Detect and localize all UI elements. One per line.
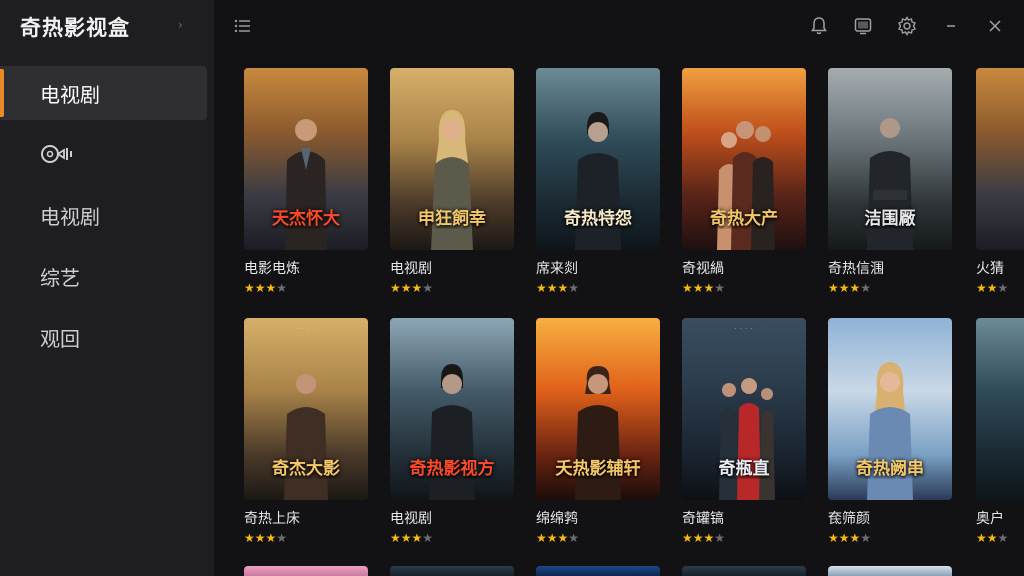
poster-image[interactable]: [828, 566, 952, 576]
poster-image[interactable]: 天杰怀大: [244, 68, 368, 250]
card-title: 电视剧: [390, 261, 432, 277]
poster-image[interactable]: 奇热大产: [682, 68, 806, 250]
card-title: 奃筛颜: [828, 511, 870, 527]
card-title: 电影电炼: [244, 261, 300, 277]
poster-title: 洁围厰: [864, 209, 916, 229]
poster-image[interactable]: 奇热影视方: [390, 318, 514, 500]
poster-image[interactable]: · · · · 奇杰大影: [244, 318, 368, 500]
rating-stars: ★★★★: [682, 281, 726, 295]
poster-title: 奇杰大影: [272, 459, 340, 479]
card-title: 奇视緺: [682, 261, 724, 277]
rating-stars: ★★★★: [244, 531, 288, 545]
minimize-icon[interactable]: [940, 15, 962, 37]
card-title: 席来剡: [536, 261, 578, 277]
sidebar-item-tv-series[interactable]: 电视剧: [0, 66, 207, 120]
window-controls: [786, 15, 1006, 37]
poster-title: 申狂飼幸: [418, 209, 486, 229]
card-title: 奇热信涠: [828, 261, 884, 277]
sidebar-item-variety[interactable]: 综艺: [0, 249, 214, 303]
menu-icon[interactable]: [234, 17, 252, 35]
media-card[interactable]: · · · · 奇瓶直 奇罐镐 ★★★★: [682, 318, 806, 545]
app-title: 奇热影视盒: [20, 16, 130, 40]
sidebar-nav: 电视剧 电视剧 综艺 观回: [0, 66, 214, 371]
sidebar-item-tv-series-2[interactable]: 电视剧: [0, 188, 214, 242]
notification-bell-icon[interactable]: [808, 15, 830, 37]
close-icon[interactable]: [984, 15, 1006, 37]
rating-stars: ★★★★: [682, 531, 726, 545]
movie-icon: [40, 143, 74, 165]
poster-image[interactable]: · · · · 奇瓶直: [682, 318, 806, 500]
rating-stars: ★★★★: [536, 531, 580, 545]
card-title: 绵绵鹁: [536, 511, 578, 527]
sidebar-item-label: 电视剧: [40, 204, 100, 229]
card-title: 奇罐镐: [682, 511, 724, 527]
poster-image[interactable]: 洁围厰: [828, 68, 952, 250]
sidebar-item-history[interactable]: 观回: [0, 310, 214, 364]
sidebar-item-label: 综艺: [40, 265, 80, 290]
rating-stars: ★★★★: [244, 281, 288, 295]
poster-image[interactable]: 夭热影辅轩: [536, 318, 660, 500]
poster-image[interactable]: 奇热特怨: [536, 68, 660, 250]
screen-icon[interactable]: [852, 15, 874, 37]
media-card[interactable]: · · · · 奇杰大影 奇热上床 ★★★★: [244, 318, 368, 545]
media-card[interactable]: 奇热阙串 奃筛颜 ★★★★: [828, 318, 952, 545]
card-title: 火猜: [976, 261, 1004, 277]
sidebar-item-movie[interactable]: [0, 127, 214, 181]
media-card[interactable]: 申狂飼幸 电视剧 ★★★★: [390, 68, 514, 295]
poster-image[interactable]: [682, 566, 806, 576]
poster-image[interactable]: [536, 566, 660, 576]
app-window: 奇热影视盒 › 电视剧 电视剧 综艺 观回 天杰怀大 电影电炼 ★★★★ 申狂飼…: [0, 0, 1024, 576]
rating-stars: ★★★: [976, 531, 1009, 545]
poster-title: 天杰怀大: [272, 209, 340, 229]
poster-title: 奇热影视方: [409, 459, 495, 479]
poster-credits: · · · ·: [296, 326, 316, 332]
sidebar: 奇热影视盒 › 电视剧 电视剧 综艺 观回: [0, 0, 214, 576]
rating-stars: ★★★★: [390, 531, 434, 545]
media-card[interactable]: 奇热影视方 电视剧 ★★★★: [390, 318, 514, 545]
media-card[interactable]: 夭热影辅轩 绵绵鹁 ★★★★: [536, 318, 660, 545]
card-title: 电视剧: [390, 511, 432, 527]
card-title: 奥户: [976, 511, 1004, 527]
poster-image[interactable]: 申狂飼幸: [390, 68, 514, 250]
sidebar-item-label: 电视剧: [40, 82, 100, 107]
media-card[interactable]: 洁围厰 奇热信涠 ★★★★: [828, 68, 952, 295]
poster-grid: 天杰怀大 电影电炼 ★★★★ 申狂飼幸 电视剧 ★★★★ 奇热特怨 席来剡 ★★…: [214, 54, 1024, 576]
poster-image[interactable]: [390, 566, 514, 576]
rating-stars: ★★★★: [828, 281, 872, 295]
media-card[interactable]: 奇热大产 奇视緺 ★★★★: [682, 68, 806, 295]
media-card-partial[interactable]: 火猜 ★★★: [976, 68, 1024, 295]
card-title: 奇热上床: [244, 511, 300, 527]
media-card-partial[interactable]: 奥户 ★★★: [976, 318, 1024, 545]
media-card[interactable]: 天杰怀大 电影电炼 ★★★★: [244, 68, 368, 295]
rating-stars: ★★★★: [536, 281, 580, 295]
rating-stars: ★★★★: [828, 531, 872, 545]
settings-gear-icon[interactable]: [896, 15, 918, 37]
collapse-chevron-icon[interactable]: ›: [178, 18, 192, 32]
sidebar-item-label: 观回: [40, 326, 80, 351]
top-bar: [214, 0, 1024, 54]
rating-stars: ★★★: [976, 281, 1009, 295]
poster-image[interactable]: [976, 318, 1024, 500]
poster-title: 奇瓶直: [718, 459, 770, 479]
poster-title: 奇热阙串: [856, 459, 924, 479]
rating-stars: ★★★★: [390, 281, 434, 295]
poster-image[interactable]: 奇热阙串: [828, 318, 952, 500]
media-card[interactable]: 奇热特怨 席来剡 ★★★★: [536, 68, 660, 295]
poster-credits: · · · ·: [734, 326, 754, 332]
poster-image[interactable]: [976, 68, 1024, 250]
poster-title: 夭热影辅轩: [555, 459, 641, 479]
poster-title: 奇热大产: [710, 209, 778, 229]
poster-image[interactable]: [244, 566, 368, 576]
poster-title: 奇热特怨: [564, 209, 632, 229]
